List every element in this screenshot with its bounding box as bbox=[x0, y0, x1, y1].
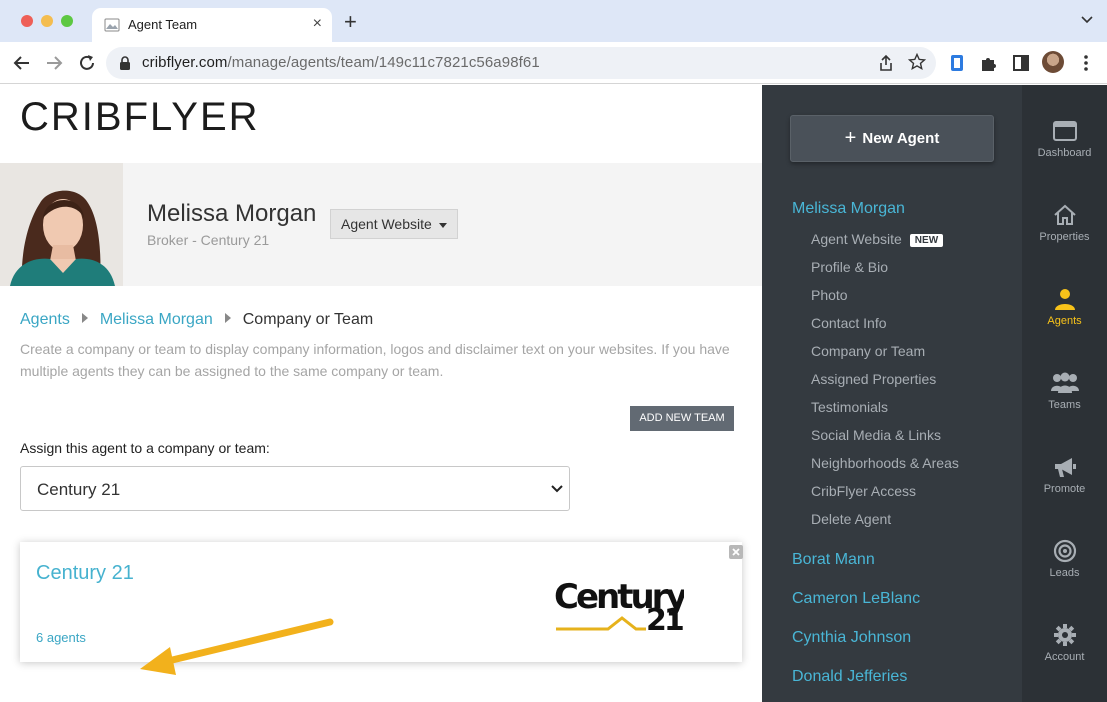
new-tab-button[interactable]: + bbox=[344, 11, 357, 33]
site-logo[interactable]: CRIBFLYER bbox=[20, 95, 260, 140]
browser-tab-active[interactable]: Agent Team × bbox=[92, 8, 332, 42]
menu-item-social-media[interactable]: Social Media & Links bbox=[811, 427, 941, 443]
add-new-team-button[interactable]: ADD NEW TEAM bbox=[630, 406, 734, 431]
lock-icon bbox=[120, 56, 130, 70]
rail-label: Properties bbox=[1039, 231, 1090, 243]
new-agent-label: New Agent bbox=[862, 130, 940, 147]
menu-agent-cameron-leblanc[interactable]: Cameron LeBlanc bbox=[792, 590, 920, 608]
menu-item-assigned-properties[interactable]: Assigned Properties bbox=[811, 371, 936, 387]
rail-label: Agents bbox=[1047, 315, 1082, 327]
window-minimize-button[interactable] bbox=[41, 15, 53, 27]
profile-avatar[interactable] bbox=[1042, 51, 1064, 73]
menu-agent-borat-mann[interactable]: Borat Mann bbox=[792, 551, 875, 569]
team-card-agents-link[interactable]: 6 agents bbox=[36, 630, 86, 645]
breadcrumb-current: Company or Team bbox=[242, 311, 374, 328]
window-zoom-button[interactable] bbox=[61, 15, 73, 27]
breadcrumb-agents-link[interactable]: Agents bbox=[20, 311, 70, 328]
agent-subtitle: Broker - Century 21 bbox=[147, 232, 270, 248]
menu-agent-donald-jefferies[interactable]: Donald Jefferies bbox=[792, 668, 907, 686]
breadcrumb: Agents Melissa Morgan Company or Team bbox=[20, 311, 373, 329]
rail-label: Leads bbox=[1049, 567, 1080, 579]
menu-agent-current[interactable]: Melissa Morgan bbox=[792, 200, 905, 218]
menu-item-label: Agent Website bbox=[811, 231, 902, 247]
menu-item-testimonials[interactable]: Testimonials bbox=[811, 399, 888, 415]
share-icon[interactable] bbox=[878, 54, 894, 72]
breadcrumb-separator-icon bbox=[224, 313, 231, 323]
agent-user-icon bbox=[1054, 289, 1075, 310]
url-path: /manage/agents/team/149c11c7821c56a98f61 bbox=[227, 54, 540, 71]
team-select-value: Century 21 bbox=[37, 480, 121, 499]
gear-icon bbox=[1053, 624, 1076, 646]
menu-item-photo[interactable]: Photo bbox=[811, 287, 848, 303]
menu-item-neighborhoods[interactable]: Neighborhoods & Areas bbox=[811, 455, 959, 471]
remove-team-close-icon[interactable] bbox=[729, 545, 743, 559]
new-badge: NEW bbox=[909, 234, 944, 247]
rail-item-agents[interactable]: Agents bbox=[1022, 287, 1107, 357]
rail-item-promote[interactable]: Promote bbox=[1022, 455, 1107, 525]
menu-item-delete-agent[interactable]: Delete Agent bbox=[811, 511, 891, 527]
url-host: cribflyer.com bbox=[142, 54, 228, 71]
rail-item-dashboard[interactable]: Dashboard bbox=[1022, 119, 1107, 189]
plus-icon: + bbox=[844, 127, 857, 149]
team-users-icon bbox=[1050, 372, 1079, 393]
page-description: Create a company or team to display comp… bbox=[20, 341, 730, 379]
url-text: cribflyer.com/manage/agents/team/149c11c… bbox=[142, 54, 540, 71]
browser-toolbar: cribflyer.com/manage/agents/team/149c11c… bbox=[0, 42, 1107, 84]
rail-label: Dashboard bbox=[1037, 147, 1092, 159]
team-select[interactable]: Century 21 bbox=[20, 466, 570, 511]
agent-website-label: Agent Website bbox=[341, 216, 432, 232]
bookmark-star-icon[interactable] bbox=[908, 53, 926, 71]
main-content: CRIBFLYER Melissa Morgan Broker - Centur… bbox=[0, 85, 762, 702]
tab-close-icon[interactable]: × bbox=[313, 15, 322, 33]
breadcrumb-agent-link[interactable]: Melissa Morgan bbox=[100, 311, 213, 328]
forward-arrow-icon[interactable] bbox=[43, 52, 65, 74]
assign-team-label: Assign this agent to a company or team: bbox=[20, 440, 270, 456]
dashboard-icon bbox=[1052, 121, 1077, 141]
side-panel-icon[interactable] bbox=[1010, 52, 1032, 74]
rail-item-account[interactable]: Account bbox=[1022, 623, 1107, 693]
more-menu-icon[interactable] bbox=[1078, 52, 1094, 74]
menu-item-agent-website[interactable]: Agent Website NEW bbox=[811, 231, 944, 247]
agent-photo bbox=[0, 163, 123, 286]
rail-label: Account bbox=[1044, 651, 1085, 663]
megaphone-icon bbox=[1054, 458, 1076, 477]
menu-item-company-team[interactable]: Company or Team bbox=[811, 343, 925, 359]
annotation-arrow bbox=[140, 618, 334, 675]
home-icon bbox=[1053, 204, 1076, 225]
century21-logo: Century 21 bbox=[554, 577, 684, 634]
chevron-down-icon bbox=[551, 485, 563, 493]
new-agent-button[interactable]: + New Agent bbox=[790, 115, 994, 162]
breadcrumb-separator-icon bbox=[81, 313, 88, 323]
tab-search-chevron-icon[interactable] bbox=[1081, 14, 1093, 26]
icon-rail-nav: Dashboard Properties Agents Teams Promot… bbox=[1022, 85, 1107, 702]
menu-item-cribflyer-access[interactable]: CribFlyer Access bbox=[811, 483, 916, 499]
tab-title: Agent Team bbox=[128, 17, 198, 32]
extension-doc-icon[interactable] bbox=[946, 52, 968, 74]
rail-label: Teams bbox=[1048, 399, 1081, 411]
menu-item-contact-info[interactable]: Contact Info bbox=[811, 315, 887, 331]
menu-item-profile-bio[interactable]: Profile & Bio bbox=[811, 259, 888, 275]
rail-item-leads[interactable]: Leads bbox=[1022, 539, 1107, 609]
svg-text:21: 21 bbox=[646, 603, 683, 634]
rail-item-teams[interactable]: Teams bbox=[1022, 371, 1107, 441]
agent-side-menu: + New Agent Melissa Morgan Agent Website N… bbox=[762, 85, 1022, 702]
team-card: Century 21 6 agents Century 21 bbox=[20, 542, 743, 662]
rail-item-properties[interactable]: Properties bbox=[1022, 203, 1107, 273]
rail-label: Promote bbox=[1043, 483, 1086, 495]
caret-down-icon bbox=[438, 222, 447, 228]
reload-icon[interactable] bbox=[76, 52, 98, 74]
agent-website-dropdown[interactable]: Agent Website bbox=[330, 209, 458, 239]
menu-agent-cynthia-johnson[interactable]: Cynthia Johnson bbox=[792, 629, 911, 647]
back-arrow-icon[interactable] bbox=[11, 52, 33, 74]
favicon-icon bbox=[104, 18, 120, 32]
address-bar[interactable]: cribflyer.com/manage/agents/team/149c11c… bbox=[106, 47, 936, 79]
extensions-puzzle-icon[interactable] bbox=[978, 52, 1000, 74]
target-icon bbox=[1053, 539, 1076, 563]
agent-profile-header: Melissa Morgan Broker - Century 21 Agent… bbox=[0, 163, 762, 286]
browser-tab-bar: Agent Team × + bbox=[0, 0, 1107, 42]
agent-name: Melissa Morgan bbox=[147, 200, 317, 227]
team-card-title[interactable]: Century 21 bbox=[36, 562, 134, 585]
window-close-button[interactable] bbox=[21, 15, 33, 27]
